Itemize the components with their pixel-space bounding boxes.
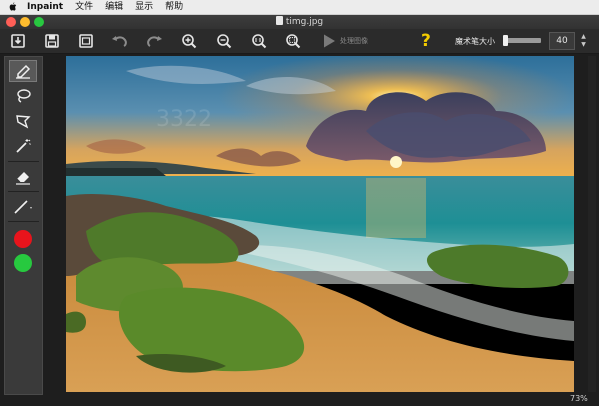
save-icon: [45, 34, 59, 48]
image-canvas[interactable]: 3322: [66, 56, 574, 392]
zoom-out-icon: [217, 34, 232, 49]
zoom-in-icon: [182, 34, 197, 49]
line-tool-button[interactable]: [9, 196, 37, 218]
redo-icon: [147, 36, 162, 47]
polygon-lasso-tool-button[interactable]: [9, 110, 37, 132]
open-image-button[interactable]: [8, 32, 28, 50]
open-file-icon: [11, 34, 25, 48]
green-marker-color[interactable]: [14, 254, 32, 272]
polygon-lasso-icon: [16, 115, 31, 129]
menu-app-name[interactable]: Inpaint: [27, 0, 63, 14]
document-icon: [275, 16, 283, 25]
redo-button[interactable]: [144, 32, 164, 50]
zoom-fit-icon: [286, 34, 301, 49]
toolbar: 处理图像 ? 魔术笔大小 40 ▲ ▼: [0, 29, 599, 54]
process-image-button[interactable]: 处理图像: [322, 32, 368, 50]
zoom-in-button[interactable]: [179, 32, 199, 50]
menu-edit[interactable]: 编辑: [105, 0, 123, 14]
marker-tool-button[interactable]: [9, 60, 37, 82]
undo-button[interactable]: [110, 32, 130, 50]
line-tool-icon: [14, 200, 32, 214]
brush-size-slider-thumb[interactable]: [503, 35, 508, 46]
help-button[interactable]: ?: [421, 31, 431, 51]
brush-size-label: 魔术笔大小: [455, 37, 495, 46]
stepper-down-icon[interactable]: ▼: [579, 41, 588, 49]
watermark-text: 3322: [156, 107, 212, 132]
menu-help[interactable]: 帮助: [165, 0, 183, 14]
vertical-scrollbar[interactable]: [588, 56, 596, 392]
eraser-icon: [16, 172, 30, 185]
export-button[interactable]: [76, 32, 96, 50]
undo-icon: [112, 36, 127, 47]
eraser-tool-button[interactable]: [9, 166, 37, 188]
tool-separator: [8, 161, 39, 162]
export-icon: [79, 34, 93, 48]
menu-view[interactable]: 显示: [135, 0, 153, 14]
menu-file[interactable]: 文件: [75, 0, 93, 14]
save-button[interactable]: [42, 32, 62, 50]
stepper-up-icon[interactable]: ▲: [579, 33, 588, 41]
tool-separator: [8, 191, 39, 192]
window-title: timg.jpg: [0, 15, 599, 29]
tool-separator: [8, 221, 39, 222]
window-title-text: timg.jpg: [285, 17, 324, 27]
zoom-out-button[interactable]: [214, 32, 234, 50]
window-titlebar: timg.jpg: [0, 15, 599, 29]
zoom-level-label: 73%: [570, 394, 588, 403]
brush-size-stepper[interactable]: ▲ ▼: [579, 33, 588, 49]
beach-sunset-photo: 3322: [66, 56, 574, 392]
magic-wand-tool-button[interactable]: [9, 135, 37, 157]
magic-wand-icon: [16, 139, 31, 153]
fit-to-window-button[interactable]: [283, 32, 303, 50]
brush-size-slider[interactable]: [503, 35, 541, 46]
lasso-tool-button[interactable]: [9, 85, 37, 107]
play-icon: [324, 34, 335, 48]
actual-size-button[interactable]: [249, 32, 269, 50]
process-image-label: 处理图像: [340, 37, 368, 45]
lasso-icon: [17, 89, 31, 103]
menu-bar: Inpaint 文件 编辑 显示 帮助: [0, 0, 599, 15]
zoom-actual-size-icon: [252, 34, 267, 49]
marker-pen-icon: [16, 64, 31, 79]
tool-panel: [4, 56, 43, 395]
apple-icon[interactable]: [8, 2, 17, 12]
red-marker-color[interactable]: [14, 230, 32, 248]
brush-size-field[interactable]: 40: [549, 32, 575, 50]
